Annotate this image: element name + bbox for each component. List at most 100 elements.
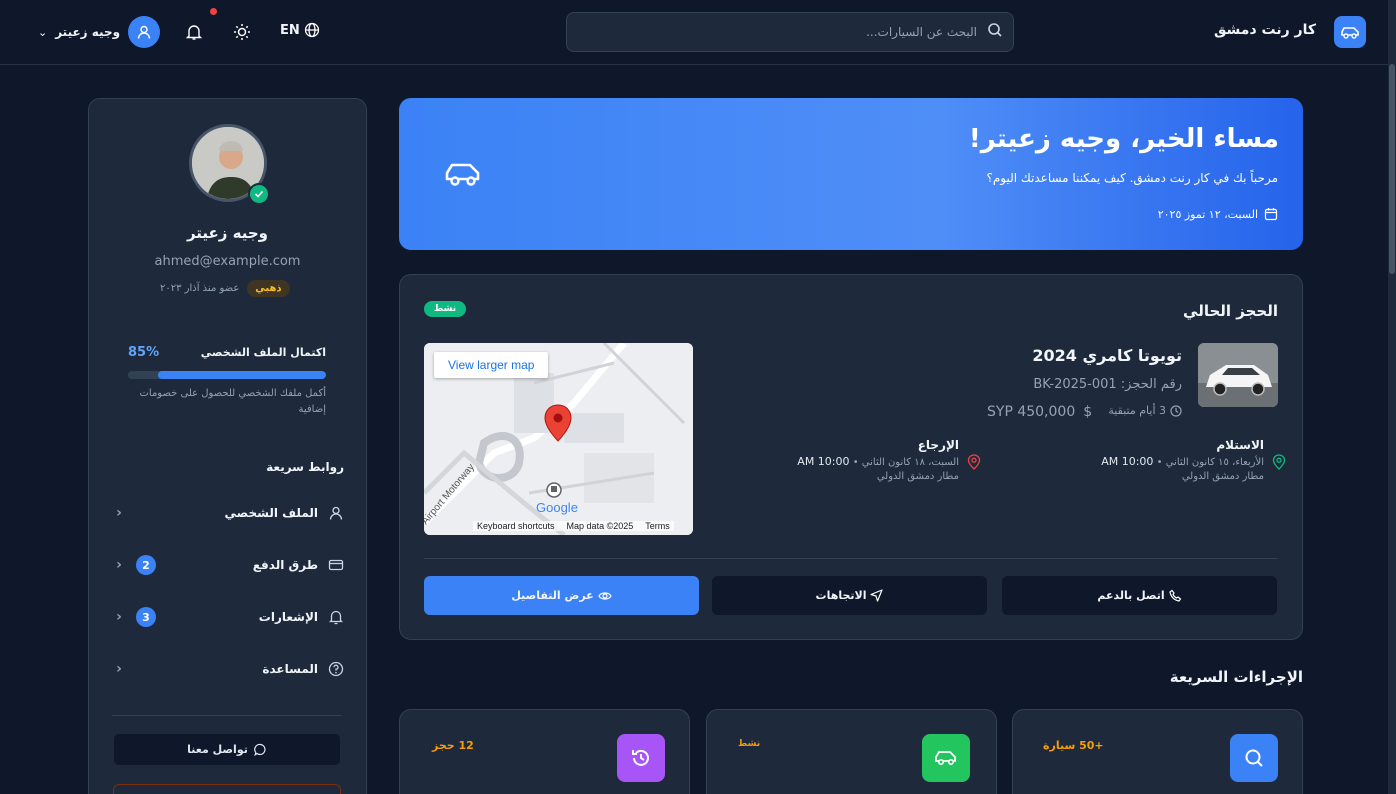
notification-dot [210, 8, 217, 15]
count-badge: 2 [136, 555, 156, 575]
eye-icon [598, 591, 612, 600]
welcome-subtitle: مرحباً بك في كار رنت دمشق. كيف يمكننا مس… [986, 171, 1278, 185]
sidebar-item-label: طرق الدفع [252, 558, 318, 572]
google-logo: Google [536, 500, 578, 515]
theme-toggle-sun-icon[interactable] [230, 20, 254, 44]
help-icon [328, 661, 344, 677]
days-remaining: 3 أيام متبقية [1108, 404, 1182, 417]
return-date: السبت، ١٨ كانون الثاني • [852, 457, 959, 468]
completion-hint: أكمل ملفك الشخصي للحصول على خصومات إضافي… [139, 388, 326, 415]
member-since: عضو منذ آذار ٢٠٢٣ [160, 283, 240, 294]
scrollbar-thumb[interactable] [1389, 64, 1395, 274]
chevron-left-icon: ‹ [116, 505, 122, 521]
user-name: وجيه زعيتر [55, 25, 121, 39]
pickup-title: الاستلام [1216, 438, 1264, 452]
sidebar-item-label: المساعدة [262, 662, 318, 676]
date-text: السبت، ١٢ تموز ٢٠٢٥ [1157, 207, 1258, 221]
map-terms-link[interactable]: Terms [645, 521, 670, 531]
user-icon [128, 16, 161, 48]
phone-icon [1168, 589, 1181, 602]
map-footer: Keyboard shortcuts Map data ©2025 Terms [473, 521, 674, 531]
quick-action-meta: +50 سيارة [1043, 739, 1104, 752]
chevron-left-icon: ‹ [116, 661, 122, 677]
booking-title: الحجز الحالي [1183, 302, 1278, 320]
search-input[interactable] [577, 25, 977, 39]
status-badge: نشط [424, 301, 467, 317]
user-menu[interactable]: ⌄ وجيه زعيتر [38, 16, 161, 48]
quick-action-meta: نشط [738, 739, 761, 749]
language-label: EN [280, 22, 300, 38]
brand-car-icon[interactable] [1334, 16, 1366, 48]
pickup-time: AM 10:00 [1101, 455, 1154, 468]
profile-email: ahmed@example.com [154, 254, 301, 269]
count-badge: 3 [136, 607, 156, 627]
quick-links-title: روابط سريعة [266, 460, 344, 474]
sidebar-item-profile[interactable]: الملف الشخصي ‹ [112, 498, 344, 528]
verified-check-icon [248, 183, 270, 205]
welcome-date: السبت، ١٢ تموز ٢٠٢٥ [1158, 207, 1278, 221]
return-place: مطار دمشق الدولي [876, 471, 959, 482]
car-icon [444, 160, 482, 192]
calendar-icon [1264, 208, 1278, 221]
history-icon [617, 734, 665, 782]
card-icon [328, 559, 344, 571]
view-details-button[interactable]: عرض التفاصيل [424, 576, 699, 615]
sidebar-divider [112, 715, 342, 716]
pickup-place: مطار دمشق الدولي [1181, 471, 1264, 482]
search-bar[interactable] [566, 12, 1014, 52]
pickup-info: الاستلام الأربعاء، ١٥ كانون الثاني • AM … [1101, 438, 1286, 482]
directions-button[interactable]: الاتجاهات [712, 576, 987, 615]
progress-fill [157, 371, 326, 379]
brand-name[interactable]: كار رنت دمشق [1214, 22, 1316, 38]
globe-icon [304, 22, 319, 38]
clock-icon [1170, 404, 1182, 417]
search-icon [1230, 734, 1278, 782]
chat-icon [254, 743, 266, 756]
logout-button[interactable] [113, 784, 341, 794]
map-data-credit: Map data ©2025 [566, 521, 634, 531]
return-time: AM 10:00 [797, 455, 850, 468]
pickup-date: الأربعاء، ١٥ كانون الثاني • [1156, 457, 1264, 468]
chevron-left-icon: ‹ [116, 609, 122, 625]
quick-actions-title: الإجراءات السريعة [1169, 668, 1303, 686]
quick-action-meta: 12 حجز [432, 739, 474, 752]
sidebar-item-notifications[interactable]: الإشعارات 3 ‹ [112, 602, 344, 632]
car-icon [922, 734, 970, 782]
navigation-icon [870, 589, 884, 602]
search-icon [987, 22, 1003, 42]
membership-row: ذهبي عضو منذ آذار ٢٠٢٣ [160, 280, 290, 297]
map-pin-icon [544, 404, 572, 446]
completion-label: اكتمال الملف الشخصي [200, 346, 326, 359]
sidebar-item-label: الملف الشخصي [224, 506, 318, 520]
bell-icon [328, 610, 344, 625]
location-pin-icon [967, 454, 981, 470]
contact-us-button[interactable]: تواصل معنا [113, 733, 341, 766]
user-icon [329, 506, 343, 520]
welcome-title: مساء الخير، وجيه زعيتر! [968, 124, 1279, 154]
dollar-icon: $ [1083, 404, 1093, 420]
car-name: تويوتا كامري 2024 [1032, 346, 1182, 365]
map-shortcuts-link[interactable]: Keyboard shortcuts [477, 521, 555, 531]
call-support-button[interactable]: اتصل بالدعم [1002, 576, 1277, 615]
completion-progress-bar [128, 371, 326, 379]
booking-number: رقم الحجز: BK-2025-001 [1033, 377, 1182, 392]
booking-divider [424, 558, 1278, 559]
directions-label: الاتجاهات [815, 589, 867, 602]
return-title: الإرجاع [917, 438, 959, 452]
car-thumbnail [1198, 343, 1278, 407]
bell-icon[interactable] [182, 20, 206, 44]
tier-badge: ذهبي [247, 280, 290, 297]
completion-percent: 85% [128, 345, 160, 360]
sidebar-item-help[interactable]: المساعدة ‹ [112, 654, 344, 684]
sidebar-item-payment[interactable]: طرق الدفع 2 ‹ [112, 550, 344, 580]
contact-us-label: تواصل معنا [187, 743, 248, 756]
return-info: الإرجاع السبت، ١٨ كانون الثاني • AM 10:0… [797, 438, 981, 482]
price-value: SYP 450,000 [987, 404, 1076, 420]
view-larger-map-button[interactable]: View larger map [434, 352, 549, 378]
language-switch[interactable]: EN [280, 22, 320, 38]
view-details-label: عرض التفاصيل [511, 589, 594, 602]
location-pin-icon [1272, 454, 1286, 470]
booking-price: SYP 450,000 $ [987, 404, 1092, 420]
chevron-down-icon: ⌄ [38, 25, 48, 39]
call-support-label: اتصل بالدعم [1097, 589, 1165, 602]
